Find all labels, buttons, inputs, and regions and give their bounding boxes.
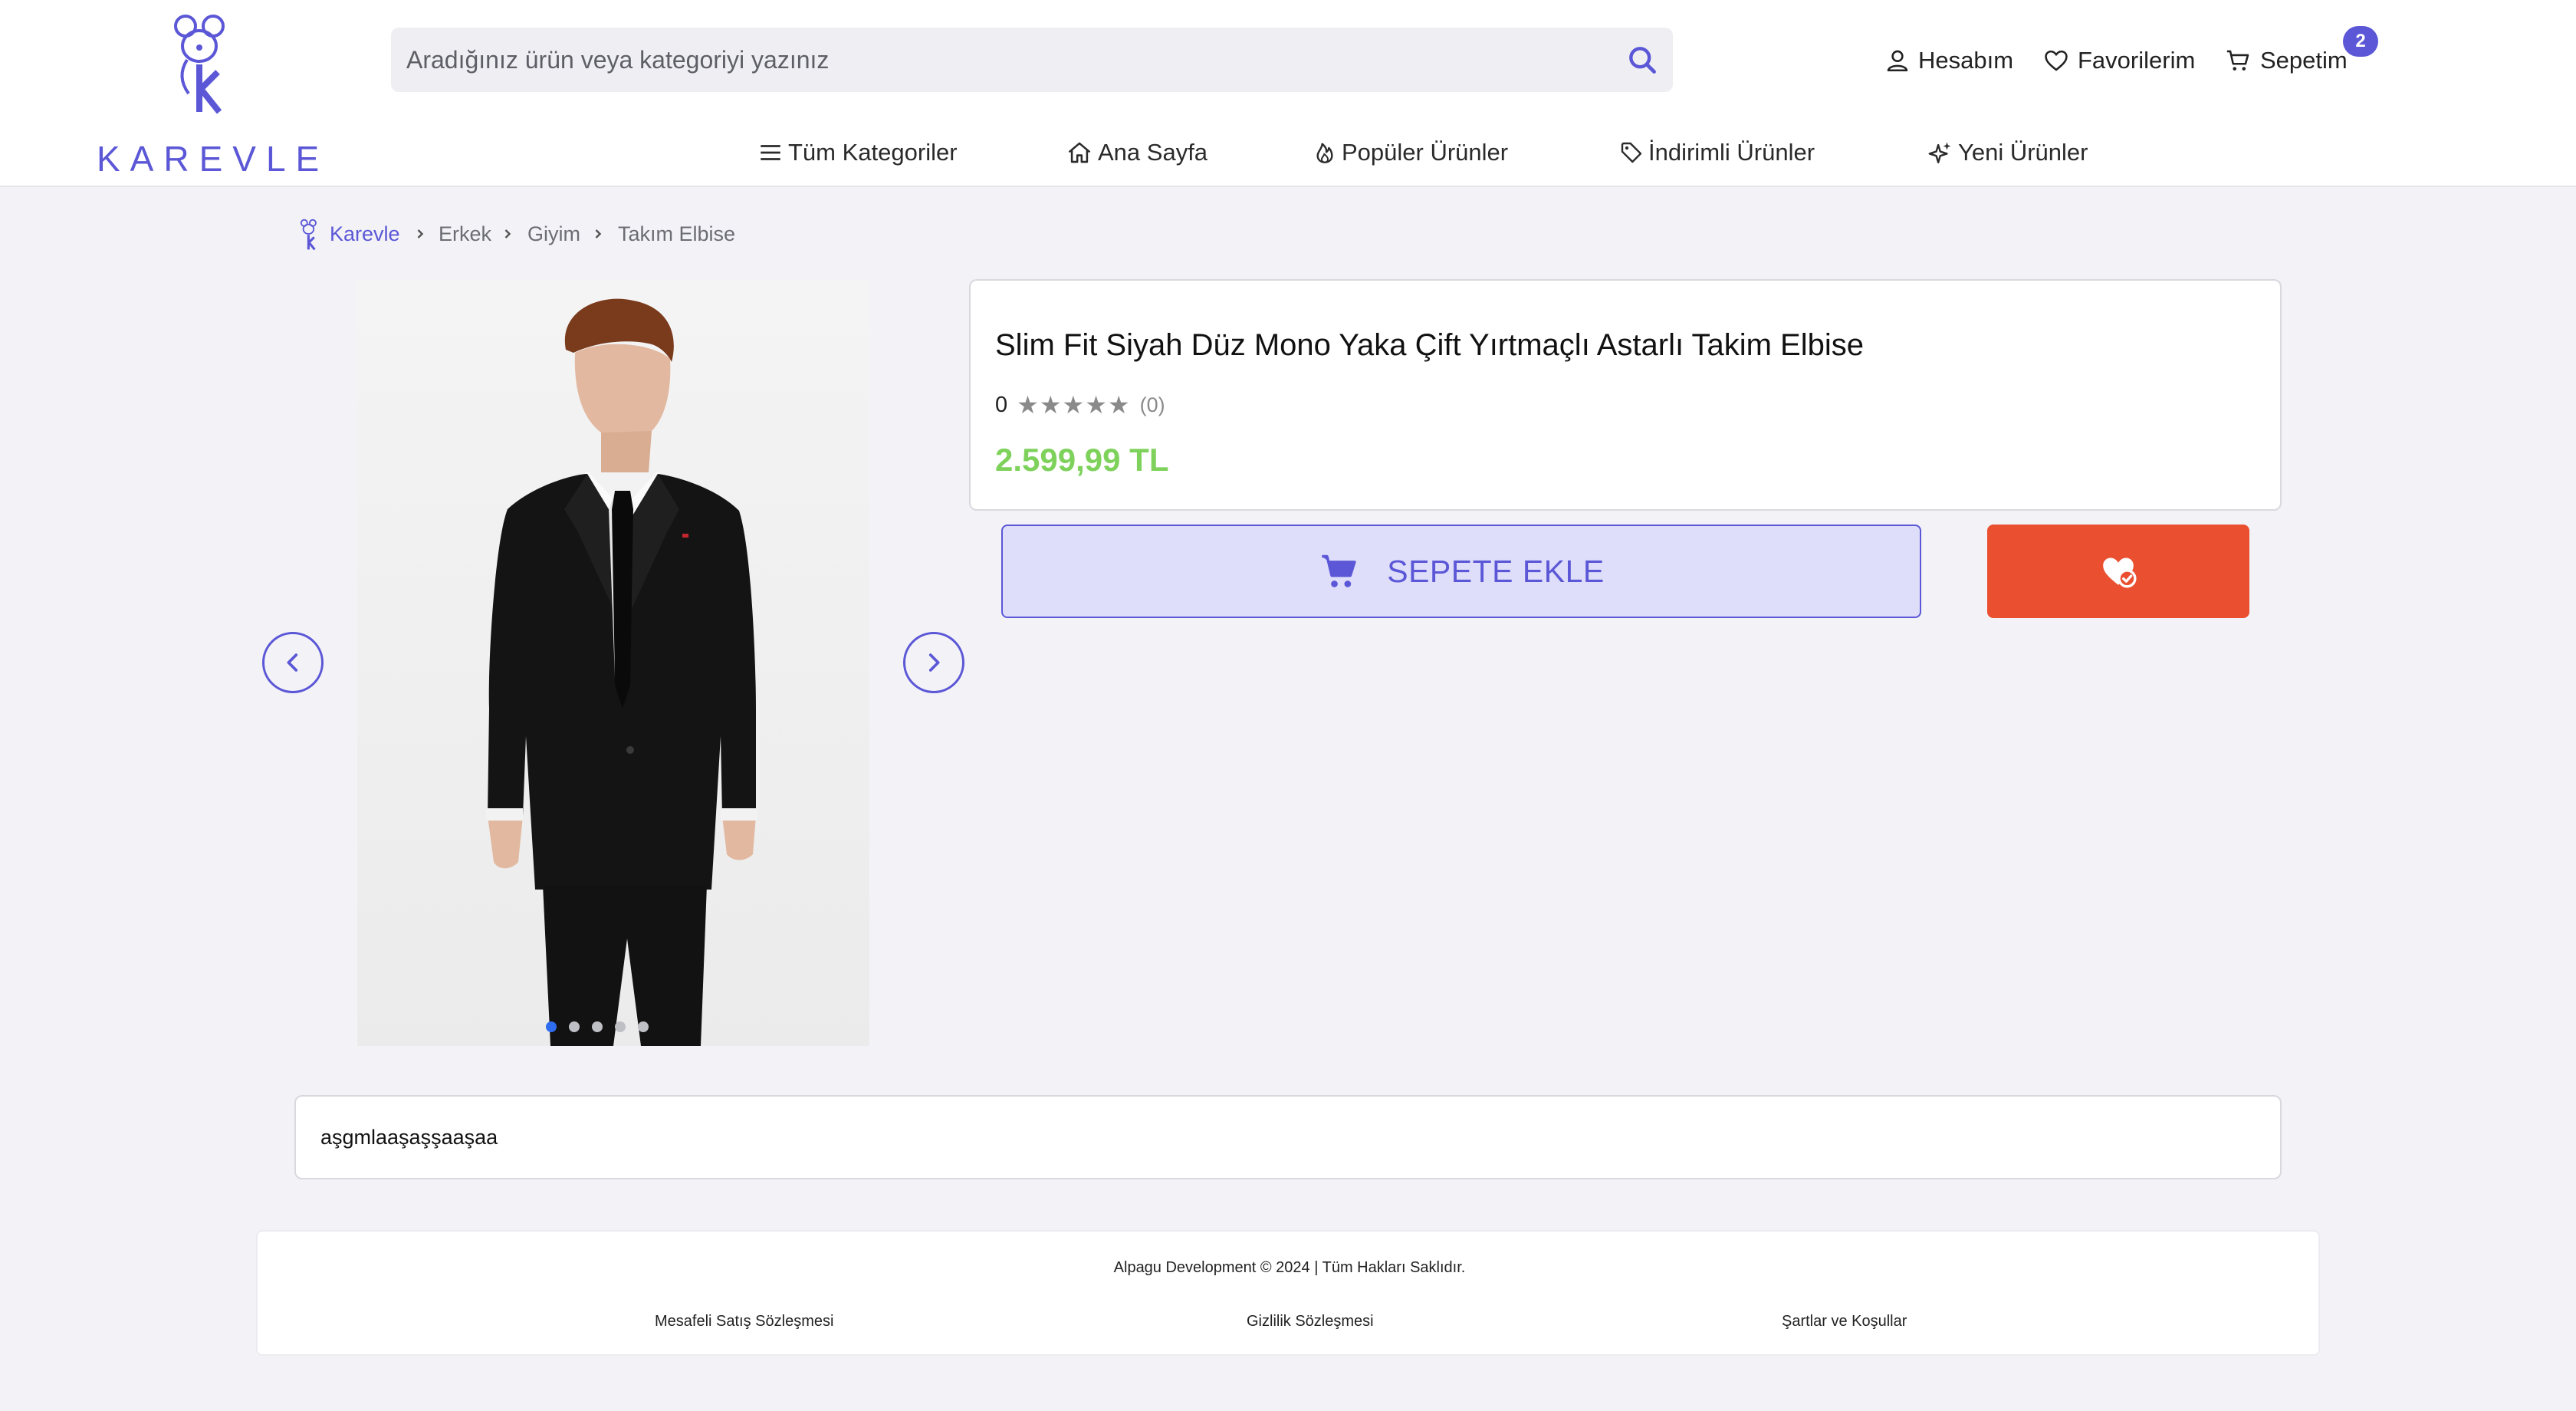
breadcrumb-label: Giyim [527,222,580,245]
gallery-dot[interactable] [592,1021,603,1032]
account-link[interactable]: Hesabım [1884,41,2013,80]
breadcrumb-item[interactable]: Takım Elbise [618,216,735,252]
gallery-dot[interactable] [615,1021,626,1032]
nav-item-popular[interactable]: Popüler Ürünler [1313,133,1508,172]
koala-logo-icon [174,15,225,114]
nav-label: İndirimli Ürünler [1648,139,1815,166]
user-icon [1887,50,1908,72]
home-icon [1068,142,1091,163]
menu-icon [761,145,780,160]
nav-label: Yeni Ürünler [1958,139,2088,166]
nav-label: Popüler Ürünler [1342,139,1509,166]
gallery-dot[interactable] [546,1021,557,1032]
chevron-right-icon [590,216,606,252]
nav-label: Tüm Kategoriler [788,139,958,166]
breadcrumb-item[interactable]: Giyim [527,216,580,252]
tag-icon [1621,142,1642,163]
heart-icon [2045,50,2068,71]
favorites-label: Favorilerim [2078,47,2196,74]
nav-label: Ana Sayfa [1098,139,1208,166]
chevron-right-icon [928,653,940,672]
add-to-cart-button[interactable]: SEPETE EKLE [1001,525,1921,618]
footer: Alpagu Development © 2024 | Tüm Hakları … [256,1230,2320,1356]
product-price: 2.599,99 TL [995,442,1169,478]
rating-stars-icon: ★★★★★ [1017,391,1131,419]
cart-label: Sepetim [2260,47,2348,74]
breadcrumb-item[interactable]: Erkek [439,216,491,252]
nav-item-new[interactable]: Yeni Ürünler [1927,133,2088,172]
search-input[interactable] [406,28,1602,92]
gallery-prev-button[interactable] [262,632,324,693]
rating-value: 0 [995,392,1008,417]
koala-logo-icon [300,219,317,251]
cart-count-badge: 2 [2343,26,2378,57]
gallery-dot[interactable] [569,1021,580,1032]
search-icon[interactable] [1625,43,1659,77]
chevron-left-icon [287,653,298,672]
main-nav: Tüm Kategoriler Ana Sayfa Popüler Ürünle… [0,133,2576,172]
cart-icon [1322,554,1356,587]
nav-item-discounted[interactable]: İndirimli Ürünler [1619,133,1815,172]
cart-icon [2226,50,2249,71]
copyright-text: Alpagu Development © 2024 | Tüm Hakları … [1113,1259,1466,1276]
footer-link-privacy[interactable]: Gizlilik Sözleşmesi [1247,1313,1374,1330]
product-image[interactable] [357,279,869,1046]
add-to-favorites-button[interactable] [1987,525,2249,618]
breadcrumb-home[interactable]: Karevle [299,216,400,252]
chevron-right-icon [412,216,428,252]
product-photo-suit-model [357,279,869,1046]
account-label: Hesabım [1918,47,2014,74]
breadcrumb-label: Karevle [330,222,400,245]
nav-item-all-categories[interactable]: Tüm Kategoriler [757,133,958,172]
footer-link-terms[interactable]: Şartlar ve Koşullar [1782,1313,1907,1330]
gallery-next-button[interactable] [903,632,964,693]
product-description-card: aşgmlaaşaşşaaşaa [294,1095,2282,1179]
chevron-right-icon [500,216,515,252]
breadcrumb-label: Erkek [439,222,492,245]
search-bar [391,28,1673,92]
flame-icon [1316,143,1333,163]
sparkle-icon [1928,142,1951,163]
breadcrumb-label: Takım Elbise [618,222,736,245]
product-title: Slim Fit Siyah Düz Mono Yaka Çift Yırtma… [995,328,1864,362]
add-to-cart-label: SEPETE EKLE [1387,553,1605,589]
product-rating[interactable]: 0 ★★★★★ (0) [995,388,1165,422]
product-info-card: Slim Fit Siyah Düz Mono Yaka Çift Yırtma… [969,279,2282,511]
product-description: aşgmlaaşaşşaaşaa [320,1126,498,1149]
footer-link-distance-sales[interactable]: Mesafeli Satış Sözleşmesi [655,1313,833,1330]
nav-item-home[interactable]: Ana Sayfa [1066,133,1208,172]
header: KAREVLE Hesabım Favorilerim Sepetim 2 [0,0,2576,187]
review-count: (0) [1139,393,1165,416]
favorites-link[interactable]: Favorilerim [2042,41,2195,80]
heart-check-icon [2103,557,2137,588]
cart-link[interactable]: Sepetim [2223,41,2348,80]
gallery-dot[interactable] [638,1021,649,1032]
